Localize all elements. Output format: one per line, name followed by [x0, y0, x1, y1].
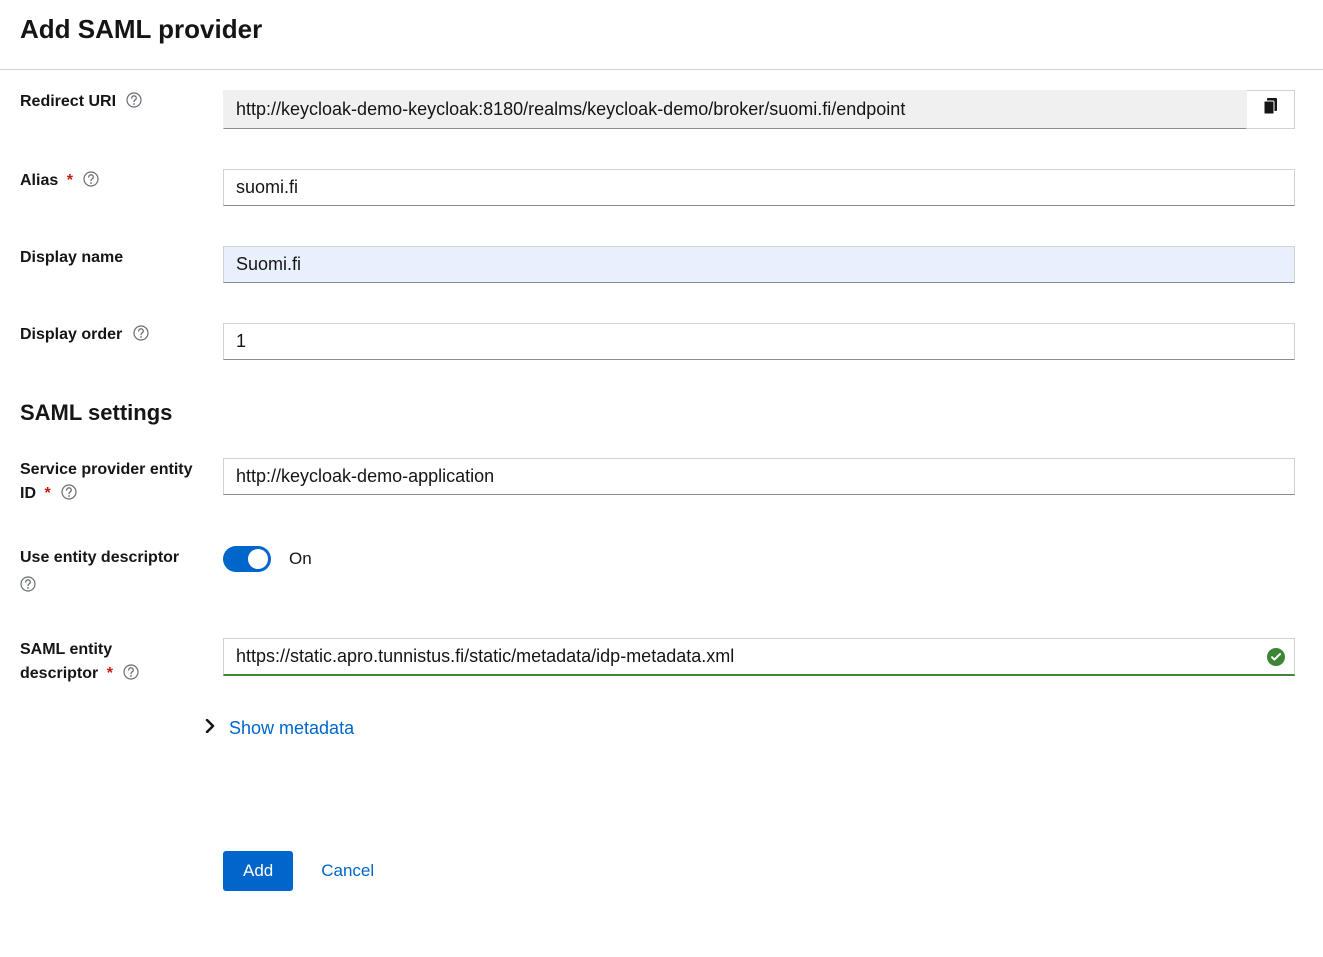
label-text: descriptor — [20, 665, 98, 682]
row-sp-entity-id: Service provider entity ID * — [20, 458, 1295, 506]
use-entity-descriptor-toggle[interactable] — [223, 546, 271, 572]
display-order-input[interactable] — [223, 323, 1295, 360]
show-metadata-link[interactable]: Show metadata — [229, 718, 354, 739]
cancel-button[interactable]: Cancel — [321, 861, 374, 881]
alias-input[interactable] — [223, 169, 1295, 206]
row-actions: Add Cancel — [20, 851, 1295, 891]
label-display-name: Display name — [20, 246, 223, 270]
form: Redirect URI http://keycloak-demo-keyclo… — [0, 70, 1323, 931]
row-display-name: Display name — [20, 246, 1295, 283]
label-text: ID — [20, 485, 36, 502]
sp-entity-id-input[interactable] — [223, 458, 1295, 495]
copy-icon — [1263, 98, 1279, 121]
row-show-metadata: Show metadata — [20, 726, 1295, 795]
label-text: Service provider entity — [20, 461, 193, 478]
label-text: Display order — [20, 326, 122, 343]
required-mark: * — [44, 485, 50, 502]
page: Add SAML provider Redirect URI http://ke… — [0, 0, 1323, 957]
row-display-order: Display order — [20, 323, 1295, 360]
toggle-state-label: On — [289, 549, 312, 569]
add-button[interactable]: Add — [223, 851, 293, 891]
label-text: Redirect URI — [20, 93, 116, 110]
row-use-entity-descriptor: Use entity descriptor On — [20, 546, 1295, 598]
redirect-uri-field: http://keycloak-demo-keycloak:8180/realm… — [223, 90, 1247, 129]
help-icon[interactable] — [61, 484, 77, 500]
help-icon[interactable] — [126, 92, 142, 108]
display-name-input[interactable] — [223, 246, 1295, 283]
copy-button[interactable] — [1247, 90, 1295, 129]
help-icon[interactable] — [83, 171, 99, 187]
label-text: Alias — [20, 172, 58, 189]
required-mark: * — [67, 172, 73, 189]
help-icon[interactable] — [123, 664, 139, 680]
label-display-order: Display order — [20, 323, 223, 347]
help-icon[interactable] — [20, 576, 36, 592]
chevron-right-icon[interactable] — [205, 719, 215, 738]
row-saml-entity-descriptor: SAML entity descriptor * — [20, 638, 1295, 686]
page-title: Add SAML provider — [0, 0, 1323, 70]
label-alias: Alias * — [20, 169, 223, 193]
label-text: Display name — [20, 249, 123, 266]
row-redirect-uri: Redirect URI http://keycloak-demo-keyclo… — [20, 90, 1295, 129]
help-icon[interactable] — [133, 325, 149, 341]
section-saml-settings: SAML settings — [20, 400, 1295, 426]
row-alias: Alias * — [20, 169, 1295, 206]
required-mark: * — [107, 665, 113, 682]
check-circle-icon — [1267, 648, 1285, 666]
label-saml-entity-descriptor: SAML entity descriptor * — [20, 638, 223, 686]
saml-entity-descriptor-input[interactable] — [223, 638, 1295, 676]
label-redirect-uri: Redirect URI — [20, 90, 223, 114]
label-text: Use entity descriptor — [20, 549, 179, 566]
label-text: SAML entity — [20, 641, 112, 658]
label-sp-entity-id: Service provider entity ID * — [20, 458, 223, 506]
label-use-entity-descriptor: Use entity descriptor — [20, 546, 223, 598]
